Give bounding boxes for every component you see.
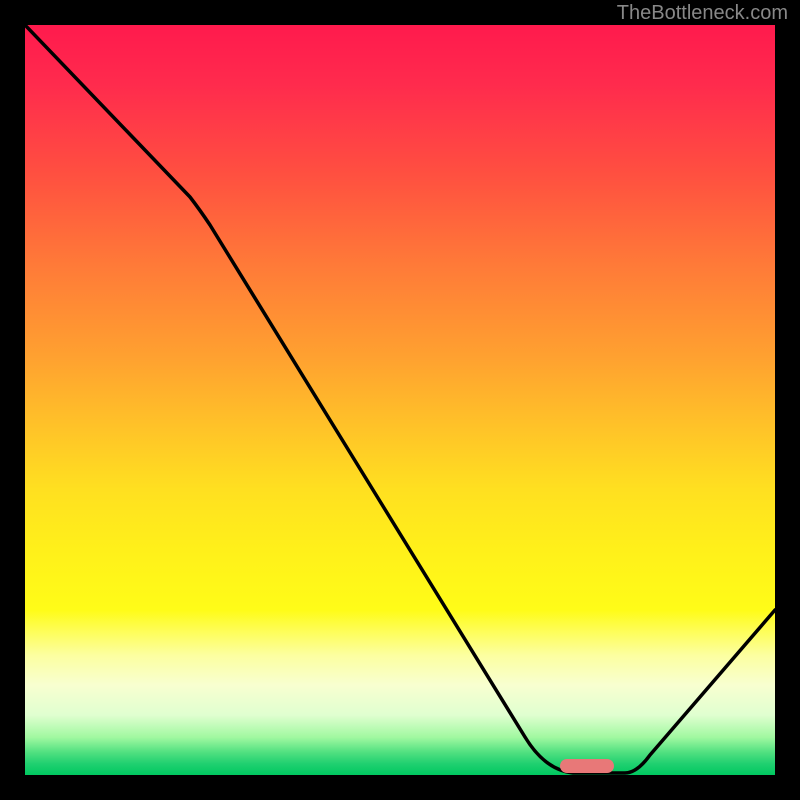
curve-path xyxy=(25,25,775,773)
optimal-marker xyxy=(560,759,614,773)
chart-curve xyxy=(25,25,775,775)
chart-plot-area xyxy=(25,25,775,775)
watermark-text: TheBottleneck.com xyxy=(617,2,788,25)
